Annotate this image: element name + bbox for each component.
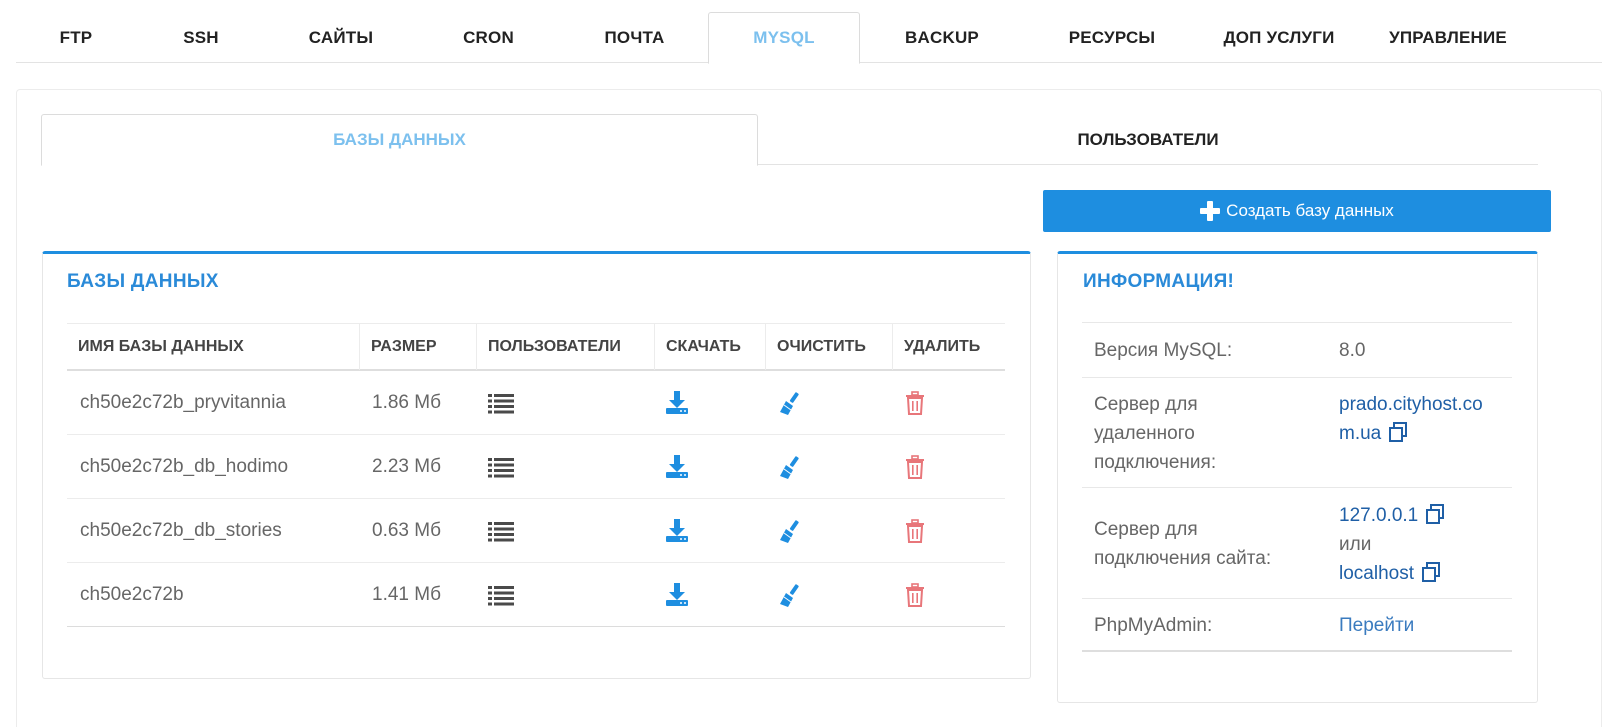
info-title: ИНФОРМАЦИЯ!	[1083, 271, 1235, 292]
tab-mail[interactable]: ПОЧТА	[561, 12, 708, 63]
create-database-button[interactable]: Создать базу данных	[1043, 190, 1551, 232]
header-clear: ОЧИСТИТЬ	[765, 324, 892, 370]
main-tabs: FTP SSH САЙТЫ CRON ПОЧТА MYSQL BACKUP РЕ…	[16, 12, 1602, 64]
trash-icon[interactable]	[903, 518, 929, 544]
table-header: ИМЯ БАЗЫ ДАННЫХ РАЗМЕР ПОЛЬЗОВАТЕЛИ СКАЧ…	[67, 323, 1005, 371]
header-download: СКАЧАТЬ	[654, 324, 765, 370]
site-server-label-line: подключения сайта:	[1094, 548, 1272, 569]
tab-databases[interactable]: БАЗЫ ДАННЫХ	[41, 114, 758, 166]
copy-icon[interactable]	[1389, 422, 1409, 442]
header-delete: УДАЛИТЬ	[892, 324, 1005, 370]
db-name: ch50e2c72b_db_stories	[80, 519, 282, 541]
mysql-version-value: 8.0	[1339, 340, 1366, 361]
header-db-name: ИМЯ БАЗЫ ДАННЫХ	[78, 338, 244, 355]
phpmyadmin-value: Перейти	[1339, 611, 1414, 640]
broom-icon[interactable]	[778, 454, 804, 480]
db-size: 0.63 Мб	[372, 519, 441, 541]
remote-server-label: Сервер для удаленного подключения:	[1094, 390, 1216, 477]
trash-icon[interactable]	[903, 582, 929, 608]
tab-ftp[interactable]: FTP	[16, 12, 136, 63]
mysql-version-label: Версия MySQL:	[1094, 340, 1233, 361]
tab-resources[interactable]: РЕСУРСЫ	[1024, 12, 1200, 63]
phpmyadmin-link[interactable]: Перейти	[1339, 615, 1414, 636]
copy-icon[interactable]	[1422, 562, 1442, 582]
plus-icon	[1200, 201, 1221, 221]
info-row-site-server: Сервер для подключения сайта: 127.0.0.1 …	[1082, 487, 1512, 598]
broom-icon[interactable]	[778, 582, 804, 608]
tab-ssh[interactable]: SSH	[136, 12, 266, 63]
db-size: 2.23 Мб	[372, 455, 441, 477]
tab-sites[interactable]: САЙТЫ	[266, 12, 416, 63]
info-row-remote-server: Сервер для удаленного подключения: prado…	[1082, 377, 1512, 487]
tab-users[interactable]: ПОЛЬЗОВАТЕЛИ	[758, 114, 1538, 165]
databases-table: ИМЯ БАЗЫ ДАННЫХ РАЗМЕР ПОЛЬЗОВАТЕЛИ СКАЧ…	[67, 323, 1005, 627]
tab-backup[interactable]: BACKUP	[860, 12, 1024, 63]
copy-icon[interactable]	[1426, 504, 1446, 524]
remote-server-value: prado.cityhost.co m.ua	[1339, 390, 1483, 448]
site-server-value: 127.0.0.1 или localhost	[1339, 501, 1446, 588]
db-size: 1.41 Мб	[372, 583, 441, 605]
trash-icon[interactable]	[903, 454, 929, 480]
download-icon[interactable]	[665, 582, 691, 608]
info-row-phpmyadmin: PhpMyAdmin: Перейти	[1082, 598, 1512, 652]
db-name: ch50e2c72b_db_hodimo	[80, 455, 289, 477]
trash-icon[interactable]	[903, 390, 929, 416]
tab-mysql[interactable]: MYSQL	[708, 12, 860, 64]
db-size: 1.86 Мб	[372, 391, 441, 413]
site-server-label-line: Сервер для	[1094, 519, 1198, 540]
db-name: ch50e2c72b	[80, 583, 184, 605]
info-table: Версия MySQL: 8.0 Сервер для удаленного …	[1082, 322, 1512, 652]
databases-title: БАЗЫ ДАННЫХ	[67, 271, 219, 292]
download-icon[interactable]	[665, 454, 691, 480]
site-server-ip: 127.0.0.1	[1339, 505, 1419, 526]
site-server-host: localhost	[1339, 563, 1414, 584]
list-icon[interactable]	[488, 390, 514, 416]
tab-cron[interactable]: CRON	[416, 12, 561, 63]
sub-tabs: БАЗЫ ДАННЫХ ПОЛЬЗОВАТЕЛИ	[41, 114, 1538, 166]
table-body: ch50e2c72b_pryvitannia 1.86 Мб ch50e2c72…	[67, 371, 1005, 627]
remote-server-label-line: Сервер для	[1094, 394, 1198, 415]
remote-server-label-line: удаленного	[1094, 423, 1195, 444]
table-row: ch50e2c72b_db_hodimo 2.23 Мб	[67, 435, 1005, 499]
download-icon[interactable]	[665, 390, 691, 416]
table-row: ch50e2c72b 1.41 Мб	[67, 563, 1005, 627]
phpmyadmin-label: PhpMyAdmin:	[1094, 615, 1213, 636]
tab-management[interactable]: УПРАВЛЕНИЕ	[1358, 12, 1538, 63]
remote-server-host: prado.cityhost.co	[1339, 394, 1483, 415]
create-database-label: Создать базу данных	[1226, 201, 1394, 220]
header-users: ПОЛЬЗОВАТЕЛИ	[476, 324, 654, 370]
table-row: ch50e2c72b_pryvitannia 1.86 Мб	[67, 371, 1005, 435]
db-name: ch50e2c72b_pryvitannia	[80, 391, 286, 413]
download-icon[interactable]	[665, 518, 691, 544]
broom-icon[interactable]	[778, 518, 804, 544]
tab-extra-services[interactable]: ДОП УСЛУГИ	[1200, 12, 1358, 63]
site-server-label: Сервер для подключения сайта:	[1094, 515, 1271, 573]
list-icon[interactable]	[488, 454, 514, 480]
list-icon[interactable]	[488, 582, 514, 608]
remote-server-label-line: подключения:	[1094, 452, 1217, 473]
header-size: РАЗМЕР	[359, 324, 476, 370]
table-row: ch50e2c72b_db_stories 0.63 Мб	[67, 499, 1005, 563]
list-icon[interactable]	[488, 518, 514, 544]
remote-server-host-tail: m.ua	[1339, 423, 1382, 444]
broom-icon[interactable]	[778, 390, 804, 416]
info-row-mysql-version: Версия MySQL: 8.0	[1082, 322, 1512, 377]
site-server-or: или	[1339, 534, 1372, 555]
